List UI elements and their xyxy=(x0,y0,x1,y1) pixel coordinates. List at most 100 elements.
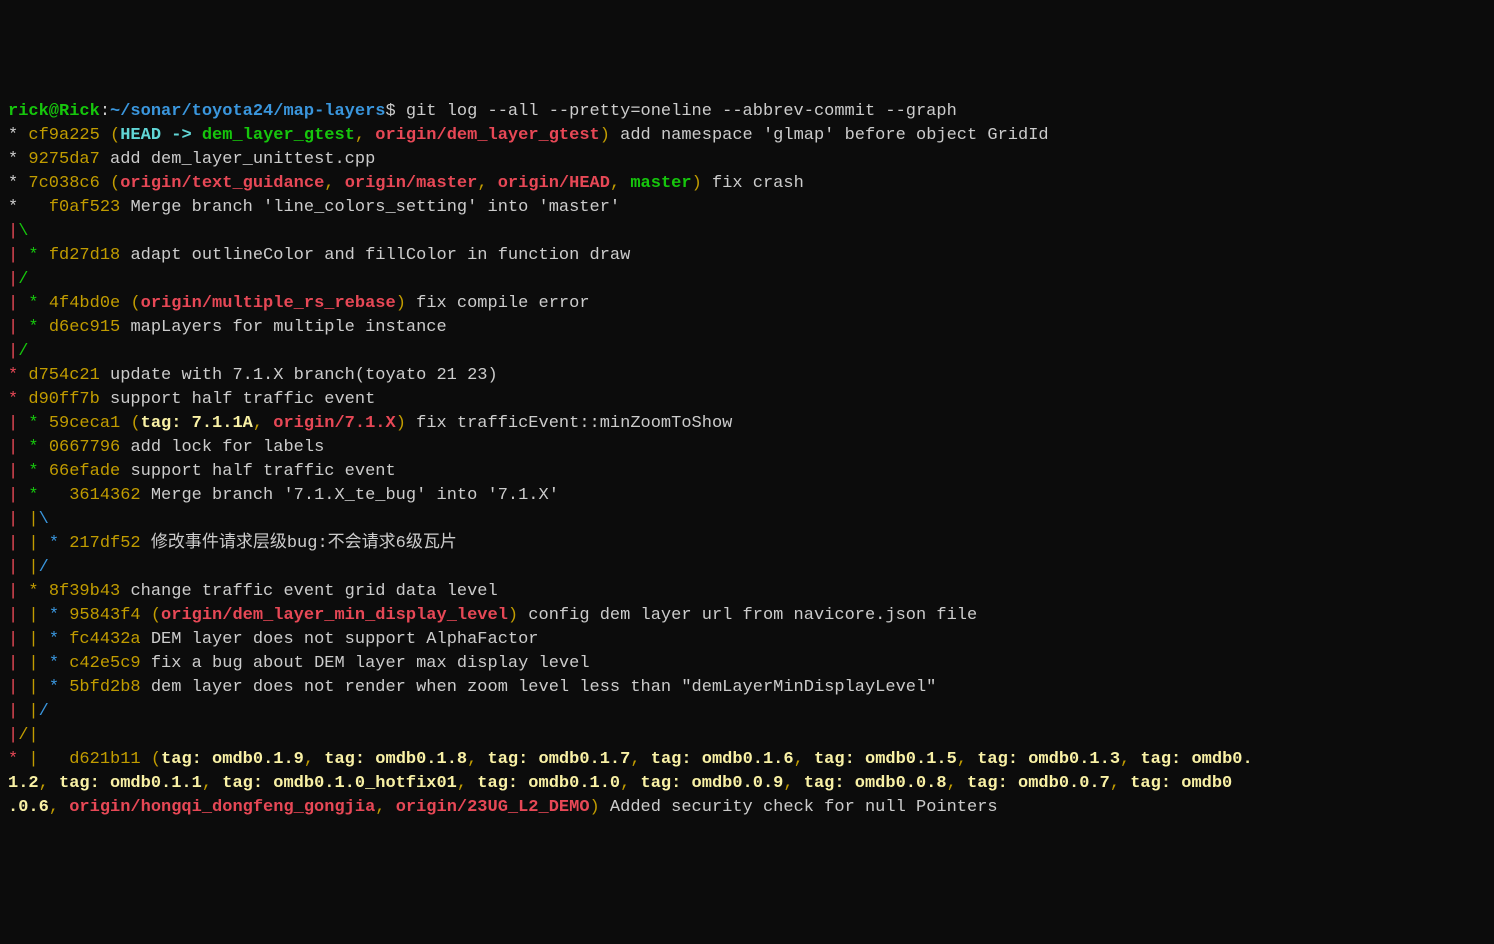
git-log-segment xyxy=(28,342,48,361)
git-log-segment: , xyxy=(253,414,273,433)
git-log-segment: origin/multiple_rs_rebase xyxy=(141,294,396,313)
git-log-segment: ( xyxy=(130,294,140,313)
git-log-segment xyxy=(49,750,69,769)
git-log-segment: d6ec915 xyxy=(49,318,131,337)
git-log-segment: 4f4bd0e xyxy=(49,294,131,313)
git-log-line: | | * 217df52 修改事件请求层级bug:不会请求6级瓦片 xyxy=(8,532,1486,556)
git-log-segment: 95843f4 xyxy=(69,606,151,625)
git-log-segment: | xyxy=(8,702,28,721)
git-log-segment: , xyxy=(610,174,630,193)
git-log-segment: mapLayers for multiple instance xyxy=(130,318,446,337)
git-log-segment xyxy=(28,270,48,289)
git-log-segment: | xyxy=(8,222,18,241)
git-log-segment: | xyxy=(8,558,28,577)
git-log-line: | * 3614362 Merge branch '7.1.X_te_bug' … xyxy=(8,484,1486,508)
git-log-segment: master xyxy=(630,174,691,193)
git-log-segment: , xyxy=(630,750,650,769)
git-log-line: * | d621b11 (tag: omdb0.1.9, tag: omdb0.… xyxy=(8,748,1486,772)
git-log-line: * cf9a225 (HEAD -> dem_layer_gtest, orig… xyxy=(8,124,1486,148)
git-log-segment: * xyxy=(49,678,69,697)
git-log-segment: / xyxy=(18,270,28,289)
prompt-dollar: $ xyxy=(385,102,405,121)
git-log-segment: * xyxy=(28,318,48,337)
git-log-segment: * xyxy=(28,486,69,505)
git-log-segment: .0.6 xyxy=(8,798,49,817)
git-log-segment: , xyxy=(355,126,375,145)
git-log-line: 1.2, tag: omdb0.1.1, tag: omdb0.1.0_hotf… xyxy=(8,772,1486,796)
git-log-segment: dem_layer_gtest xyxy=(202,126,355,145)
git-log-segment: * xyxy=(8,150,28,169)
git-log-line: |/| xyxy=(8,724,1486,748)
git-log-segment: , xyxy=(457,774,477,793)
git-log-segment: add dem_layer_unittest.cpp xyxy=(110,150,375,169)
git-log-segment: tag: omdb0.1.0_hotfix01 xyxy=(222,774,457,793)
git-log-segment: config dem layer url from navicore.json … xyxy=(518,606,977,625)
git-log-segment: dem layer does not render when zoom leve… xyxy=(151,678,937,697)
git-log-segment: tag: omdb0.1.8 xyxy=(324,750,467,769)
git-log-segment: cf9a225 xyxy=(28,126,110,145)
git-log-segment: | xyxy=(8,462,28,481)
git-log-segment: d90ff7b xyxy=(28,390,110,409)
git-log-segment: , xyxy=(304,750,324,769)
git-log-line: | * d6ec915 mapLayers for multiple insta… xyxy=(8,316,1486,340)
git-log-segment: | xyxy=(8,726,18,745)
git-log-segment: | xyxy=(8,678,28,697)
git-log-segment: tag: omdb0.1.1 xyxy=(59,774,202,793)
git-log-line: | * 0667796 add lock for labels xyxy=(8,436,1486,460)
git-log-line: * d90ff7b support half traffic event xyxy=(8,388,1486,412)
git-log-segment: / xyxy=(18,342,28,361)
git-log-segment: c42e5c9 xyxy=(69,654,151,673)
git-log-segment: | xyxy=(8,654,28,673)
git-log-segment: 217df52 xyxy=(69,534,151,553)
git-log-segment: ( xyxy=(151,750,161,769)
git-log-segment: \ xyxy=(39,510,49,529)
git-log-segment: tag: omdb0.0.7 xyxy=(967,774,1110,793)
git-log-segment: change traffic event grid data level xyxy=(130,582,497,601)
git-log-segment: d754c21 xyxy=(28,366,110,385)
git-log-segment: , xyxy=(620,774,640,793)
git-log-segment: ) xyxy=(396,414,406,433)
git-log-line: | | * 95843f4 (origin/dem_layer_min_disp… xyxy=(8,604,1486,628)
git-log-segment: | xyxy=(28,750,48,769)
git-log-segment: 0667796 xyxy=(49,438,131,457)
git-log-segment: add namespace 'glmap' before object Grid… xyxy=(610,126,1049,145)
git-log-segment: , xyxy=(783,774,803,793)
git-log-segment: 修改事件请求层级bug:不会请求6级瓦片 xyxy=(151,534,457,553)
git-log-segment: ( xyxy=(151,606,161,625)
git-log-segment: Merge branch '7.1.X_te_bug' into '7.1.X' xyxy=(151,486,559,505)
git-log-segment: ( xyxy=(110,174,120,193)
prompt-userhost: rick@Rick xyxy=(8,102,100,121)
git-log-segment: fix a bug about DEM layer max display le… xyxy=(151,654,590,673)
git-log-segment: \ xyxy=(18,222,28,241)
git-log-segment: 1.2 xyxy=(8,774,39,793)
git-log-segment: | xyxy=(28,678,48,697)
git-log-segment: | xyxy=(8,414,28,433)
git-log-segment: , xyxy=(375,798,395,817)
git-log-segment: tag: omdb0. xyxy=(1140,750,1252,769)
git-log-segment: 5bfd2b8 xyxy=(69,678,151,697)
git-log-segment: * xyxy=(49,654,69,673)
git-log-segment: Merge branch 'line_colors_setting' into … xyxy=(130,198,620,217)
prompt-command[interactable]: git log --all --pretty=oneline --abbrev-… xyxy=(406,102,957,121)
git-log-segment: , xyxy=(957,750,977,769)
git-log-segment: | xyxy=(8,534,28,553)
git-log-segment: | xyxy=(28,726,38,745)
git-log-segment: , xyxy=(1110,774,1130,793)
git-log-segment: , xyxy=(1120,750,1140,769)
git-log-segment: 3614362 xyxy=(69,486,151,505)
git-log-segment: | xyxy=(8,246,28,265)
git-log-segment: ) xyxy=(508,606,518,625)
git-log-segment: Added security check for null Pointers xyxy=(600,798,998,817)
git-log-segment: | xyxy=(8,606,28,625)
git-log-line: | * fd27d18 adapt outlineColor and fillC… xyxy=(8,244,1486,268)
git-log-segment: , xyxy=(794,750,814,769)
git-log-segment: tag: omdb0.1.5 xyxy=(814,750,957,769)
git-log-segment: / xyxy=(39,702,49,721)
git-log-line: | * 66efade support half traffic event xyxy=(8,460,1486,484)
git-log-segment: origin/master xyxy=(345,174,478,193)
git-log-segment: | xyxy=(28,510,38,529)
git-log-segment xyxy=(28,222,48,241)
git-log-line: | * 4f4bd0e (origin/multiple_rs_rebase) … xyxy=(8,292,1486,316)
git-log-segment: tag: omdb0 xyxy=(1130,774,1232,793)
git-log-segment: | xyxy=(28,558,38,577)
